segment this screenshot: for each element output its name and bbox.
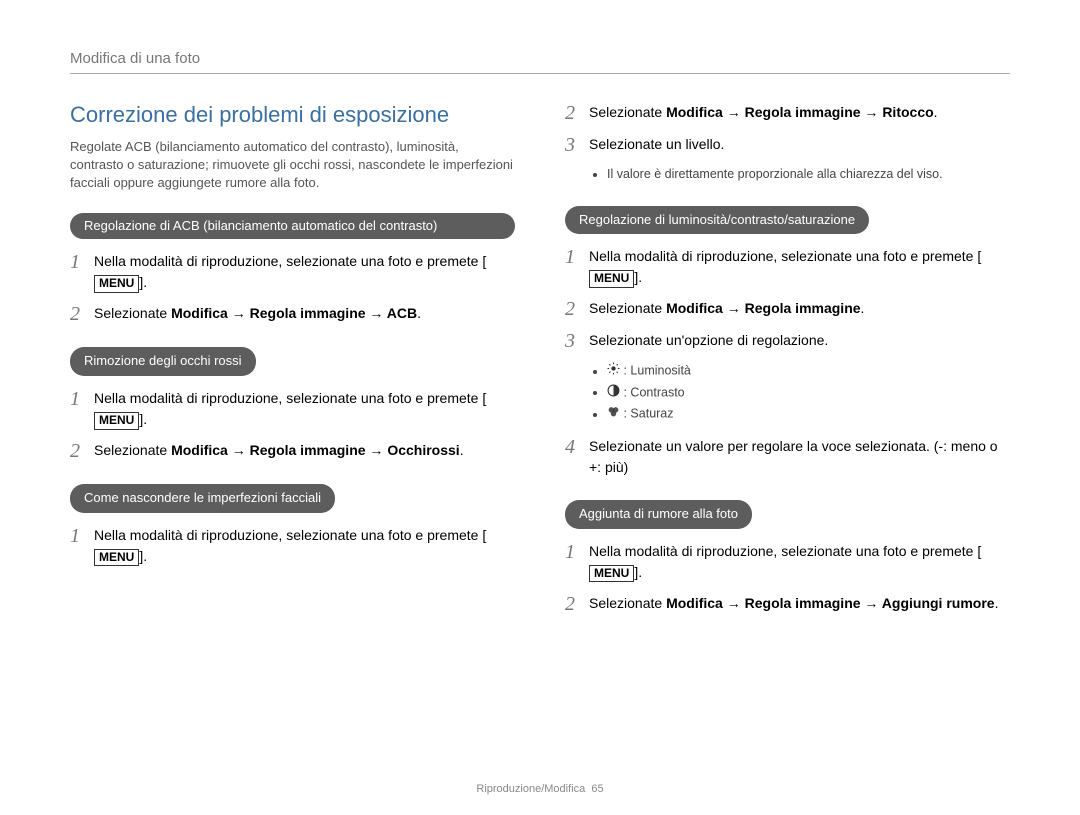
step-text: Selezionate: [94, 305, 171, 321]
section-redeye: Rimozione degli occhi rossi 1 Nella moda…: [70, 347, 515, 462]
noise-step-1: 1 Nella modalità di riproduzione, selezi…: [565, 541, 1010, 583]
step-number: 4: [565, 436, 589, 458]
contrast-icon: [607, 384, 620, 403]
left-column: Correzione dei problemi di esposizione R…: [70, 102, 515, 637]
step-number: 2: [565, 298, 589, 320]
bcs-step-4: 4 Selezionate un valore per regolare la …: [565, 436, 1010, 478]
note-item: Il valore è direttamente proporzionale a…: [607, 166, 1010, 184]
step-text: Selezionate un livello.: [589, 134, 1010, 155]
noise-step-2: 2 Selezionate Modifica → Regola immagine…: [565, 593, 1010, 615]
right-column: 2 Selezionate Modifica → Regola immagine…: [565, 102, 1010, 637]
step-text: Selezionate un valore per regolare la vo…: [589, 436, 1010, 478]
step-text: ].: [139, 411, 147, 427]
step-text: Selezionate: [589, 300, 666, 316]
bcs-step-3: 3 Selezionate un'opzione di regolazione.: [565, 330, 1010, 352]
menu-path: Modifica → Regola immagine → Aggiungi ru…: [666, 595, 995, 611]
step-number: 1: [565, 541, 589, 563]
intro-text: Regolate ACB (bilanciamento automatico d…: [70, 138, 515, 193]
menu-button-label: MENU: [589, 565, 634, 582]
redeye-step-1: 1 Nella modalità di riproduzione, selezi…: [70, 388, 515, 430]
acb-step-1: 1 Nella modalità di riproduzione, selezi…: [70, 251, 515, 293]
step-number: 1: [70, 388, 94, 410]
step-text: Selezionate: [94, 442, 171, 458]
step-number: 2: [70, 303, 94, 325]
step-text: Nella modalità di riproduzione, selezion…: [94, 527, 486, 543]
option-brightness: : Luminosità: [607, 362, 1010, 381]
bcs-step-2: 2 Selezionate Modifica → Regola immagine…: [565, 298, 1010, 320]
pill-face: Come nascondere le imperfezioni facciali: [70, 484, 335, 513]
section-face-cont: 2 Selezionate Modifica → Regola immagine…: [565, 102, 1010, 184]
section-acb: Regolazione di ACB (bilanciamento automa…: [70, 213, 515, 326]
option-label: : Luminosità: [623, 364, 690, 378]
page: Modifica di una foto Correzione dei prob…: [0, 0, 1080, 815]
bcs-options: : Luminosità : Contrasto : Saturaz: [565, 362, 1010, 424]
menu-button-label: MENU: [94, 412, 139, 429]
pill-redeye: Rimozione degli occhi rossi: [70, 347, 256, 376]
step-text: Nella modalità di riproduzione, selezion…: [94, 390, 486, 406]
footer-section: Riproduzione/Modifica: [476, 783, 585, 795]
step-text: .: [861, 300, 865, 316]
saturation-icon: [607, 405, 620, 424]
step-text: ].: [139, 274, 147, 290]
step-number: 2: [565, 593, 589, 615]
step-number: 1: [70, 251, 94, 273]
option-saturation: : Saturaz: [607, 405, 1010, 424]
option-contrast: : Contrasto: [607, 384, 1010, 403]
step-number: 1: [565, 246, 589, 268]
step-text: Nella modalità di riproduzione, selezion…: [589, 248, 981, 264]
bcs-step-1: 1 Nella modalità di riproduzione, selezi…: [565, 246, 1010, 288]
face-step-1: 1 Nella modalità di riproduzione, selezi…: [70, 525, 515, 567]
breadcrumb: Modifica di una foto: [70, 50, 1010, 74]
section-bcs: Regolazione di luminosità/contrasto/satu…: [565, 206, 1010, 478]
face-step-2: 2 Selezionate Modifica → Regola immagine…: [565, 102, 1010, 124]
step-text: .: [995, 595, 999, 611]
content-columns: Correzione dei problemi di esposizione R…: [70, 102, 1010, 637]
face-step-3: 3 Selezionate un livello.: [565, 134, 1010, 156]
pill-acb: Regolazione di ACB (bilanciamento automa…: [70, 213, 515, 240]
menu-path: Modifica → Regola immagine: [666, 300, 860, 316]
step-text: Selezionate: [589, 104, 666, 120]
menu-path: Modifica → Regola immagine → Ritocco: [666, 104, 934, 120]
page-number: 65: [591, 783, 603, 795]
acb-step-2: 2 Selezionate Modifica → Regola immagine…: [70, 303, 515, 325]
footer: Riproduzione/Modifica 65: [0, 783, 1080, 795]
step-text: Nella modalità di riproduzione, selezion…: [94, 253, 486, 269]
menu-button-label: MENU: [94, 275, 139, 292]
option-label: : Saturaz: [623, 407, 673, 421]
section-face: Come nascondere le imperfezioni facciali…: [70, 484, 515, 567]
menu-path: Modifica → Regola immagine → Occhirossi: [171, 442, 460, 458]
step-text: Selezionate: [589, 595, 666, 611]
step-number: 1: [70, 525, 94, 547]
pill-bcs: Regolazione di luminosità/contrasto/satu…: [565, 206, 869, 235]
menu-button-label: MENU: [94, 549, 139, 566]
page-title: Correzione dei problemi di esposizione: [70, 102, 515, 128]
face-note-list: Il valore è direttamente proporzionale a…: [565, 166, 1010, 184]
step-number: 2: [565, 102, 589, 124]
step-number: 3: [565, 330, 589, 352]
step-text: .: [934, 104, 938, 120]
step-number: 3: [565, 134, 589, 156]
step-text: .: [460, 442, 464, 458]
redeye-step-2: 2 Selezionate Modifica → Regola immagine…: [70, 440, 515, 462]
step-text: ].: [634, 564, 642, 580]
step-text: ].: [139, 548, 147, 564]
section-noise: Aggiunta di rumore alla foto 1 Nella mod…: [565, 500, 1010, 615]
step-text: ].: [634, 269, 642, 285]
option-label: : Contrasto: [623, 385, 684, 399]
brightness-icon: [607, 362, 620, 381]
step-number: 2: [70, 440, 94, 462]
step-text: .: [417, 305, 421, 321]
pill-noise: Aggiunta di rumore alla foto: [565, 500, 752, 529]
menu-path: Modifica → Regola immagine → ACB: [171, 305, 417, 321]
menu-button-label: MENU: [589, 270, 634, 287]
step-text: Selezionate un'opzione di regolazione.: [589, 330, 1010, 351]
step-text: Nella modalità di riproduzione, selezion…: [589, 543, 981, 559]
